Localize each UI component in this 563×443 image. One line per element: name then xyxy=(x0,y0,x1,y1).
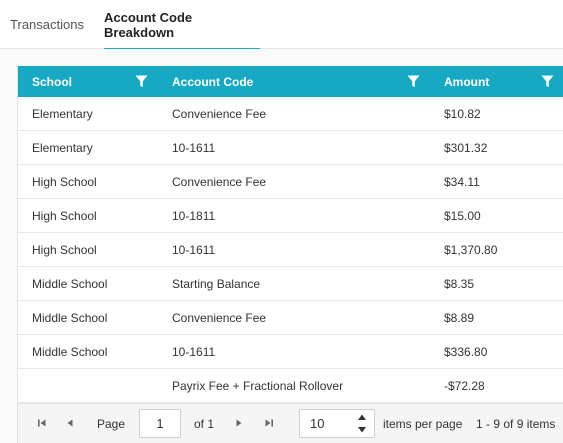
page-size-input[interactable] xyxy=(300,410,352,437)
cell-amount: $8.35 xyxy=(444,276,475,291)
tab-transactions[interactable]: Transactions xyxy=(4,0,90,49)
table-row[interactable]: Elementary Convenience Fee $10.82 xyxy=(18,97,563,131)
page-label: Page xyxy=(97,417,126,431)
cell-school xyxy=(32,369,158,402)
filter-icon[interactable] xyxy=(135,75,148,88)
cell-amount: $1,370.80 xyxy=(444,242,498,257)
account-code-grid: School Account Code Amount Elementary Co… xyxy=(17,66,563,443)
column-header-school[interactable]: School xyxy=(18,66,158,97)
cell-account-code: Convenience Fee xyxy=(172,310,267,325)
tab-account-code-breakdown[interactable]: Account Code Breakdown xyxy=(104,0,260,50)
previous-page-icon[interactable] xyxy=(63,416,77,430)
increase-arrow-icon[interactable] xyxy=(356,411,368,423)
page-number-input[interactable] xyxy=(139,409,181,438)
column-header-amount-label: Amount xyxy=(444,74,490,89)
table-row[interactable]: High School 10-1611 $1,370.80 xyxy=(18,233,563,267)
cell-school: High School xyxy=(32,208,97,223)
filter-icon[interactable] xyxy=(407,75,420,88)
grid-body: Elementary Convenience Fee $10.82 Elemen… xyxy=(18,97,563,403)
cell-amount: $301.32 xyxy=(444,140,488,155)
item-range-label: 1 - 9 of 9 items xyxy=(476,417,556,431)
column-header-account-code[interactable]: Account Code xyxy=(158,66,430,97)
page-size-stepper xyxy=(299,409,375,438)
cell-account-code: 10-1811 xyxy=(172,208,216,223)
next-page-icon[interactable] xyxy=(232,416,246,430)
table-row[interactable]: Payrix Fee + Fractional Rollover -$72.28 xyxy=(18,369,563,403)
tab-transactions-label: Transactions xyxy=(10,17,84,32)
table-row[interactable]: Middle School 10-1611 $336.80 xyxy=(18,335,563,369)
last-page-icon[interactable] xyxy=(262,416,276,430)
cell-school: Elementary xyxy=(32,140,93,155)
column-header-amount[interactable]: Amount xyxy=(430,66,563,97)
cell-amount: $34.11 xyxy=(444,174,480,189)
cell-account-code: 10-1611 xyxy=(172,242,216,257)
cell-account-code: Payrix Fee + Fractional Rollover xyxy=(172,378,344,393)
page: Transactions Account Code Breakdown Scho… xyxy=(0,0,563,443)
cell-amount: $10.82 xyxy=(444,106,481,121)
grid-header: School Account Code Amount xyxy=(18,66,563,97)
cell-school: High School xyxy=(32,174,97,189)
cell-account-code: 10-1611 xyxy=(172,140,216,155)
tab-account-code-breakdown-label: Account Code Breakdown xyxy=(104,9,193,40)
cell-account-code: Convenience Fee xyxy=(172,174,267,189)
cell-school: High School xyxy=(32,242,97,257)
first-page-icon[interactable] xyxy=(35,416,49,430)
column-header-account-code-label: Account Code xyxy=(172,74,254,89)
cell-school: Middle School xyxy=(32,344,108,359)
cell-amount: -$72.28 xyxy=(444,378,485,393)
table-row[interactable]: Elementary 10-1611 $301.32 xyxy=(18,131,563,165)
cell-amount: $8.89 xyxy=(444,310,475,325)
cell-amount: $15.00 xyxy=(444,208,481,223)
grid-pager: Page of 1 items per page 1 - 9 of 9 item… xyxy=(18,403,563,443)
table-row[interactable]: High School Convenience Fee $34.11 xyxy=(18,165,563,199)
cell-amount: $336.80 xyxy=(444,344,488,359)
column-header-school-label: School xyxy=(32,74,73,89)
items-per-page-label: items per page xyxy=(383,417,463,431)
cell-school: Middle School xyxy=(32,276,108,291)
tab-bar: Transactions Account Code Breakdown xyxy=(0,0,563,50)
decrease-arrow-icon[interactable] xyxy=(356,424,368,436)
cell-account-code: Starting Balance xyxy=(172,276,261,291)
table-row[interactable]: Middle School Starting Balance $8.35 xyxy=(18,267,563,301)
table-row[interactable]: Middle School Convenience Fee $8.89 xyxy=(18,301,563,335)
cell-account-code: Convenience Fee xyxy=(172,106,267,121)
page-count-label: of 1 xyxy=(194,417,215,431)
cell-school: Middle School xyxy=(32,310,108,325)
cell-school: Elementary xyxy=(32,106,93,121)
table-row[interactable]: High School 10-1811 $15.00 xyxy=(18,199,563,233)
cell-account-code: 10-1611 xyxy=(172,344,216,359)
filter-icon[interactable] xyxy=(541,75,554,88)
